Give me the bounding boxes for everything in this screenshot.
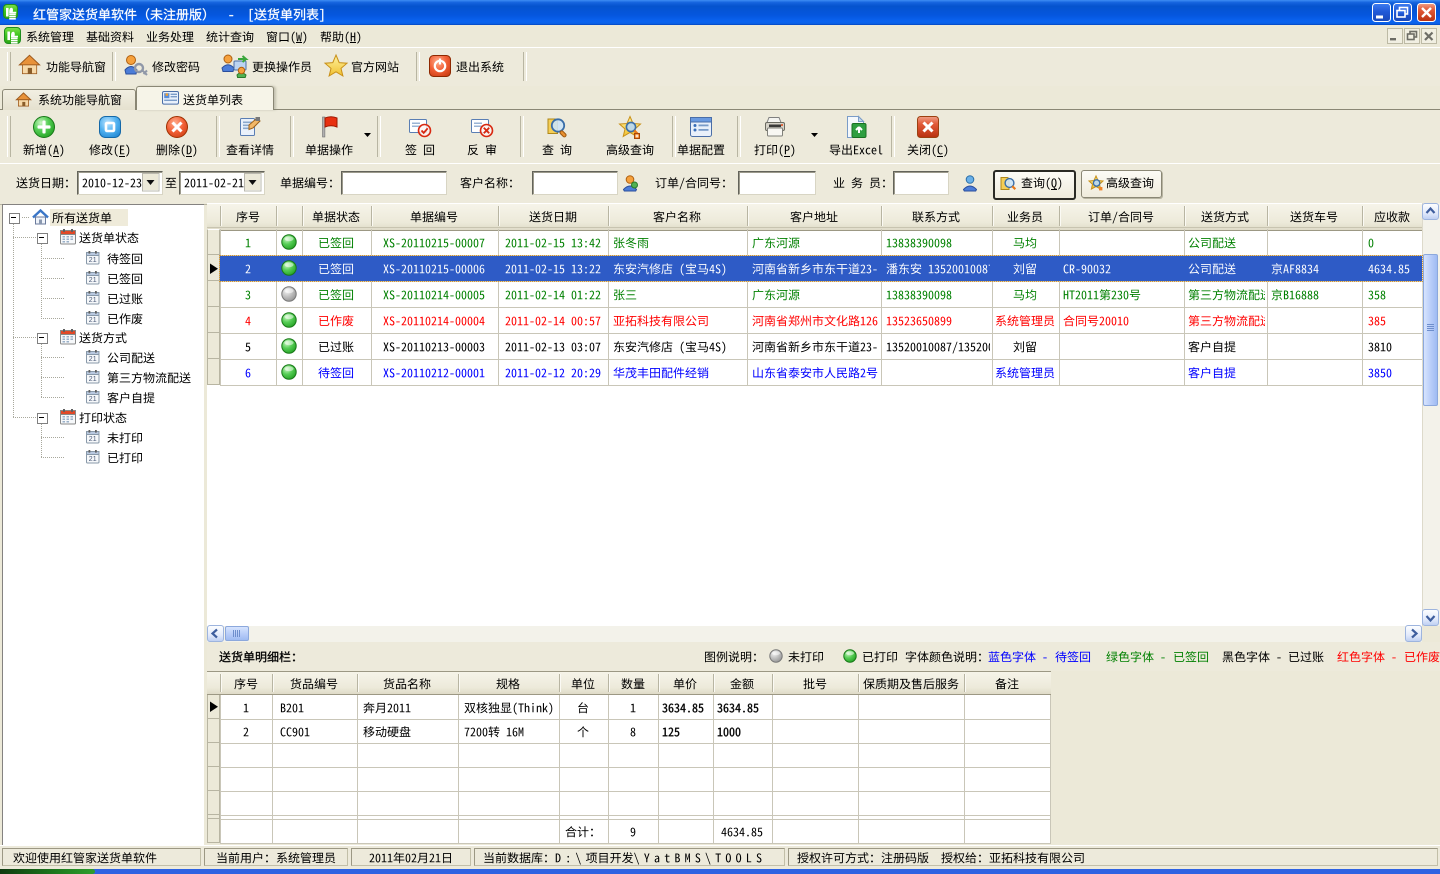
svg-text:21: 21 xyxy=(89,436,97,443)
svg-text:21: 21 xyxy=(89,297,97,304)
svg-text:21: 21 xyxy=(89,396,97,403)
svg-text:21: 21 xyxy=(89,376,97,383)
svg-text:21: 21 xyxy=(89,456,97,463)
svg-text:21: 21 xyxy=(89,277,97,284)
svg-text:21: 21 xyxy=(89,257,97,264)
svg-text:21: 21 xyxy=(89,356,97,363)
svg-text:21: 21 xyxy=(89,317,97,324)
